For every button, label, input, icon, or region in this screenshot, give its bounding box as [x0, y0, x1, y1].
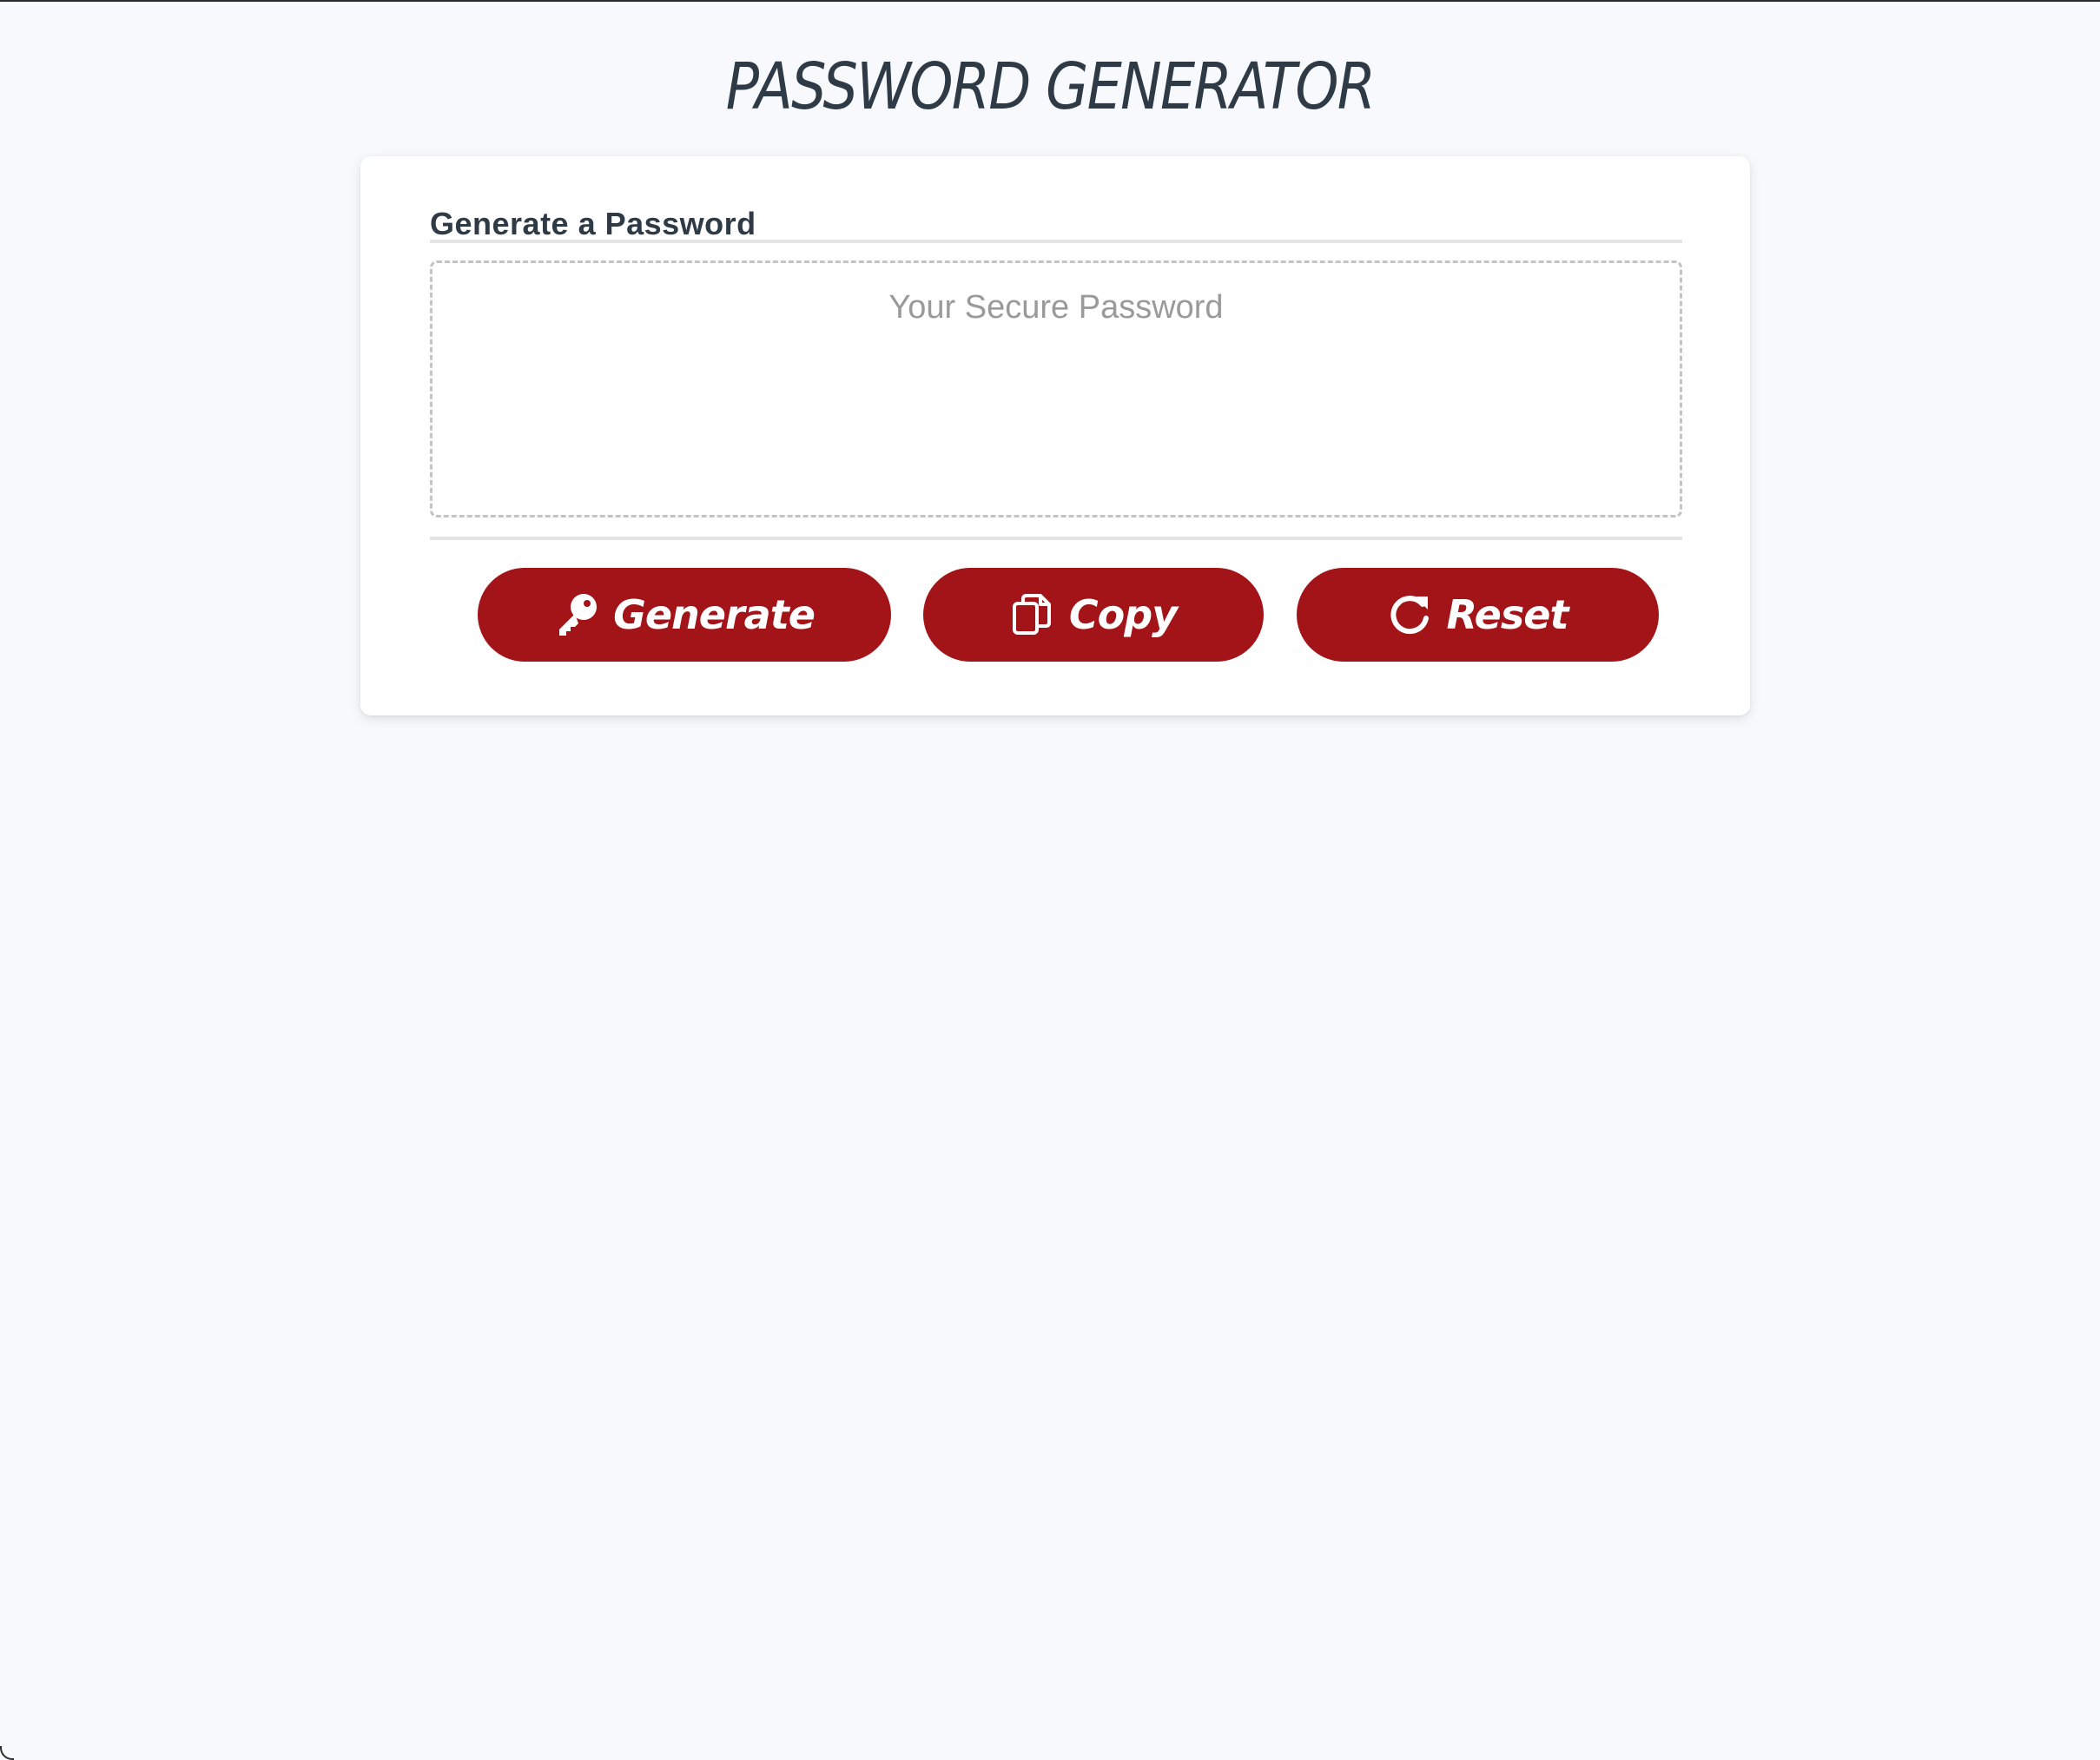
password-card: Generate a Password Generate Copy [360, 156, 1750, 715]
card-title: Generate a Password [430, 206, 756, 241]
copy-button[interactable]: Copy [923, 568, 1264, 662]
copy-button-label: Copy [1068, 591, 1178, 638]
card-header-divider [430, 240, 1682, 243]
copy-icon [1010, 592, 1055, 637]
reset-button-label: Reset [1446, 591, 1569, 638]
generate-button[interactable]: Generate [478, 568, 891, 662]
window-corner [0, 1746, 14, 1760]
window-top-border [0, 0, 2100, 2]
generate-button-label: Generate [613, 591, 816, 638]
password-output-textarea[interactable] [430, 260, 1682, 517]
card-footer-divider [430, 537, 1682, 540]
redo-icon [1388, 592, 1433, 637]
reset-button[interactable]: Reset [1297, 568, 1659, 662]
key-icon [554, 592, 599, 637]
page-title: PASSWORD GENERATOR [725, 49, 1376, 124]
